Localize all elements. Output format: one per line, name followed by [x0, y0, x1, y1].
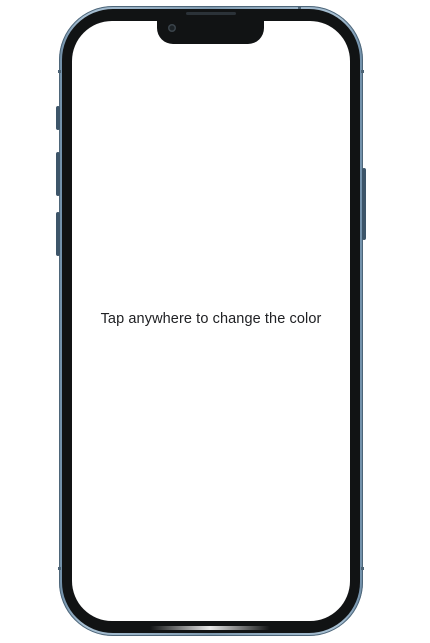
- antenna-band: [58, 567, 61, 570]
- silent-switch: [56, 106, 60, 130]
- antenna-band: [361, 567, 364, 570]
- volume-up-button: [56, 152, 60, 196]
- power-button: [362, 168, 366, 240]
- device-preview: Tap anywhere to change the color: [0, 0, 430, 643]
- app-screen[interactable]: Tap anywhere to change the color: [72, 21, 350, 621]
- tap-hint-text: Tap anywhere to change the color: [100, 311, 322, 327]
- front-camera-icon: [168, 24, 176, 32]
- frame-highlight: [150, 626, 270, 630]
- antenna-band: [361, 70, 364, 73]
- volume-down-button: [56, 212, 60, 256]
- antenna-band: [58, 70, 61, 73]
- speaker-grille: [186, 12, 236, 15]
